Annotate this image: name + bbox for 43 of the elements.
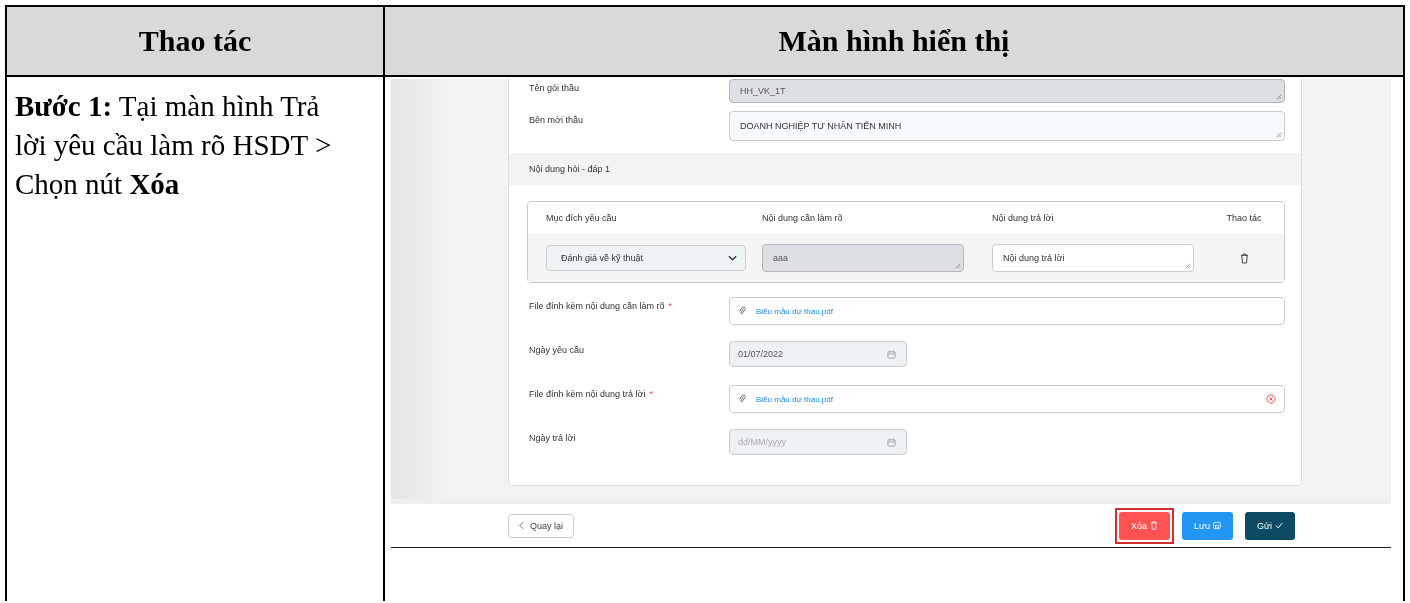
floppy-icon xyxy=(1212,521,1221,530)
resize-handle-icon[interactable] xyxy=(1184,262,1191,269)
file-link[interactable]: Biểu mẫu dự thầu.pdf xyxy=(756,394,1256,404)
remove-icon[interactable] xyxy=(1266,394,1276,404)
chevron-down-icon xyxy=(728,255,737,261)
field-label: File đính kèm nội dung trả lời * xyxy=(529,388,654,399)
field-label: Tên gói thầu xyxy=(529,82,581,93)
column-header: Thao tác xyxy=(7,7,385,75)
section-header: Nội dung hỏi - đáp 1 xyxy=(509,153,1301,185)
trash-icon[interactable] xyxy=(1239,252,1249,264)
column-header: Mục đích yêu cầu xyxy=(545,213,618,223)
date-field[interactable]: 01/07/2022 xyxy=(729,341,907,367)
answer-field[interactable]: Nội dung trả lời xyxy=(992,244,1194,272)
check-icon xyxy=(1275,521,1283,530)
field-label: Ngày trả lời xyxy=(529,432,577,443)
file-link[interactable]: Biểu mẫu dự thầu.pdf xyxy=(756,306,1276,316)
file-field[interactable]: Biểu mẫu dự thầu.pdf xyxy=(729,297,1285,325)
calendar-icon xyxy=(887,437,896,447)
paperclip-icon xyxy=(738,394,746,404)
calendar-icon xyxy=(887,349,896,359)
resize-handle-icon[interactable] xyxy=(954,262,961,269)
back-button[interactable]: Quay lại xyxy=(508,513,575,538)
chevron-left-icon xyxy=(519,521,524,530)
column-header: Thao tác xyxy=(1225,213,1263,223)
save-button[interactable]: Lưu xyxy=(1181,511,1233,540)
paperclip-icon xyxy=(738,306,746,316)
step-instruction: Bước 1: Tại màn hình Trả lời yêu cầu làm rõ HSDT > Chọn nút Xóa xyxy=(15,89,333,202)
file-field[interactable]: Biểu mẫu dự thầu.pdf xyxy=(729,385,1285,413)
field-label: Bên mời thầu xyxy=(529,114,584,125)
column-header: Nội dung trả lời xyxy=(991,213,1055,223)
field-label: Ngày yêu cầu xyxy=(529,344,586,355)
trash-icon xyxy=(1149,521,1158,530)
purpose-select[interactable]: Đánh giá về kỹ thuật xyxy=(546,245,746,271)
send-button[interactable]: Gửi xyxy=(1244,511,1295,540)
text-area[interactable]: aaa xyxy=(762,244,964,272)
column-header: Nội dung cần làm rõ xyxy=(761,213,844,223)
resize-handle-icon[interactable] xyxy=(1275,131,1282,138)
column-header: Màn hình hiển thị xyxy=(777,23,1011,59)
field-label: File đính kèm nội dung cần làm rõ * xyxy=(529,300,674,311)
required-mark: * xyxy=(649,389,653,399)
required-mark: * xyxy=(668,301,673,311)
text-area[interactable]: DOANH NGHIỆP TƯ NHÂN TIẾN MINH xyxy=(729,111,1285,141)
delete-button[interactable]: Xóa xyxy=(1118,511,1170,540)
